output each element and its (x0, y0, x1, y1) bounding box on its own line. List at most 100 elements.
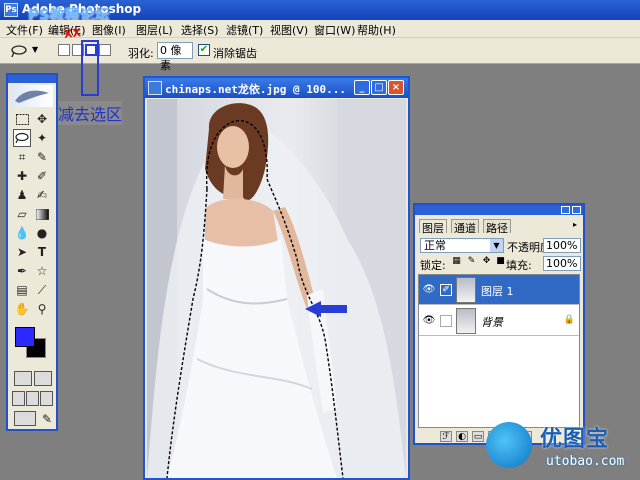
layer-list: 👁 ✐ 图层 1 👁 背景 🔒 (418, 274, 580, 428)
lasso-tool-icon[interactable] (13, 129, 31, 147)
minimize-button[interactable]: _ (354, 80, 370, 95)
jump-to-imageready-button[interactable] (14, 411, 36, 426)
clone-stamp-tool-icon[interactable]: ♟ (13, 186, 31, 204)
utobao-logo-icon (486, 422, 532, 468)
document-titlebar[interactable]: chinaps.net龙依.jpg @ 100... _ □ × (145, 78, 408, 98)
layer-thumbnail (456, 277, 476, 303)
history-brush-tool-icon[interactable]: ✍ (33, 186, 51, 204)
imageready-icon[interactable]: ✎ (38, 410, 56, 428)
image-canvas[interactable] (147, 99, 406, 478)
layer-row[interactable]: 👁 背景 🔒 (419, 306, 579, 336)
document-window: chinaps.net龙依.jpg @ 100... _ □ × (143, 76, 410, 480)
new-selection-button[interactable] (58, 44, 70, 56)
panel-close-button[interactable] (572, 206, 581, 214)
app-titlebar: Ps Adobe Photoshop PS教程论坛 (0, 0, 640, 24)
lock-icon: 🔒 (563, 315, 575, 325)
callout-highlight-box (81, 40, 99, 96)
intersect-selection-button[interactable] (99, 44, 111, 56)
menu-file[interactable]: 文件(F) (6, 22, 43, 38)
feather-logo-icon[interactable] (11, 85, 53, 107)
layer-thumbnail (456, 308, 476, 334)
marquee-tool-icon[interactable] (13, 110, 31, 128)
menu-bar: 文件(F) 编辑(E) 图像(I) 图层(L) 选择(S) 滤镜(T) 视图(V… (0, 20, 640, 38)
watermark-url: utobao.com (546, 454, 625, 469)
tab-paths[interactable]: 路径 (483, 219, 511, 235)
quick-mask-mode-button[interactable] (34, 371, 52, 386)
new-set-button[interactable]: ▭ (472, 431, 484, 442)
watermark-brand: 优图宝 (540, 427, 610, 452)
add-mask-button[interactable]: ◐ (456, 431, 468, 442)
menu-window[interactable]: 窗口(W) (314, 22, 355, 38)
antialias-checkbox[interactable]: ✔ (198, 44, 210, 56)
brush-link-icon[interactable]: ✐ (440, 284, 452, 296)
menu-help[interactable]: 帮助(H) (357, 22, 396, 38)
feather-input[interactable]: 0 像素 (157, 42, 193, 72)
link-box-icon[interactable] (440, 315, 452, 327)
layer-style-button[interactable]: ℱ (440, 431, 452, 442)
eye-visibility-icon[interactable]: 👁 (422, 284, 436, 296)
type-tool-icon[interactable]: T (33, 243, 51, 261)
lock-position-icon[interactable]: ✥ (481, 256, 492, 267)
lock-transparency-icon[interactable]: ▦ (451, 256, 462, 267)
photoshop-app-icon: Ps (4, 3, 18, 17)
shape-tool-icon[interactable]: ☆ (33, 262, 51, 280)
dodge-tool-icon[interactable]: ● (33, 224, 51, 242)
magic-wand-tool-icon[interactable]: ✦ (33, 129, 51, 147)
lock-image-icon[interactable]: ✎ (466, 256, 477, 267)
close-button[interactable]: × (388, 80, 404, 95)
screen-mode-standard-button[interactable] (12, 391, 25, 406)
opacity-input[interactable]: 100% (543, 238, 581, 253)
panel-menu-arrow-icon[interactable]: ▸ (573, 220, 577, 229)
document-icon (148, 81, 162, 95)
brush-tool-icon[interactable]: ✐ (33, 167, 51, 185)
toolbox-header[interactable] (8, 75, 56, 83)
eraser-tool-icon[interactable]: ▱ (13, 205, 31, 223)
pen-tool-icon[interactable]: ✒ (13, 262, 31, 280)
menu-select[interactable]: 选择(S) (181, 22, 219, 38)
menu-image[interactable]: 图像(I) (92, 22, 126, 38)
toolbox-panel: ✥ ✦ ⌗ ✎ ✚ ✐ ♟ ✍ ▱ 💧 ● ➤ T ✒ ☆ ▤ ⟋ ✋ ⚲ ✎ (6, 73, 58, 431)
fill-label: 填充: (506, 259, 532, 272)
lasso-icon (11, 45, 27, 58)
lock-all-icon[interactable]: ■ (495, 256, 506, 267)
tab-channels[interactable]: 通道 (451, 219, 479, 235)
callout-text: 减去选区 (58, 101, 123, 125)
tab-layers[interactable]: 图层 (419, 219, 447, 235)
crop-tool-icon[interactable]: ⌗ (13, 148, 31, 166)
move-tool-icon[interactable]: ✥ (33, 110, 51, 128)
blur-tool-icon[interactable]: 💧 (13, 224, 31, 242)
layer-name: 图层 1 (481, 285, 514, 298)
tool-preset-picker[interactable]: ▼ (8, 41, 42, 61)
layer-name: 背景 (481, 316, 503, 329)
path-selection-tool-icon[interactable]: ➤ (13, 243, 31, 261)
menu-filter[interactable]: 滤镜(T) (226, 22, 263, 38)
healing-brush-tool-icon[interactable]: ✚ (13, 167, 31, 185)
maximize-button[interactable]: □ (371, 80, 387, 95)
screen-mode-full-menu-button[interactable] (26, 391, 39, 406)
layer-row[interactable]: 👁 ✐ 图层 1 (419, 275, 579, 305)
notes-tool-icon[interactable]: ▤ (13, 281, 31, 299)
gradient-tool-icon[interactable] (33, 205, 51, 223)
menu-layer[interactable]: 图层(L) (136, 22, 173, 38)
lock-label: 锁定: (420, 259, 446, 272)
layers-panel-header[interactable] (415, 205, 583, 215)
chevron-down-icon: ▼ (32, 45, 39, 54)
chevron-down-icon: ▼ (490, 239, 503, 252)
fill-input[interactable]: 100% (543, 256, 581, 271)
hand-tool-icon[interactable]: ✋ (13, 300, 31, 318)
panel-minimize-button[interactable] (561, 206, 570, 214)
blend-mode-value: 正常 (424, 239, 446, 252)
eyedropper-tool-icon[interactable]: ⟋ (33, 281, 51, 299)
menu-view[interactable]: 视图(V) (270, 22, 308, 38)
standard-mode-button[interactable] (14, 371, 32, 386)
layers-panel: 图层 通道 路径 ▸ 正常 ▼ 不透明度: 100% 锁定: ▦ ✎ ✥ ■ 填… (413, 203, 585, 445)
foreground-color-swatch[interactable] (15, 327, 35, 347)
zoom-tool-icon[interactable]: ⚲ (33, 300, 51, 318)
eye-visibility-icon[interactable]: 👁 (422, 315, 436, 327)
slice-tool-icon[interactable]: ✎ (33, 148, 51, 166)
antialias-label: 消除锯齿 (213, 47, 257, 60)
red-annotation-mark: XX (63, 26, 82, 41)
blend-mode-select[interactable]: 正常 ▼ (420, 238, 504, 253)
screen-mode-full-button[interactable] (40, 391, 53, 406)
bride-photo (147, 99, 406, 478)
